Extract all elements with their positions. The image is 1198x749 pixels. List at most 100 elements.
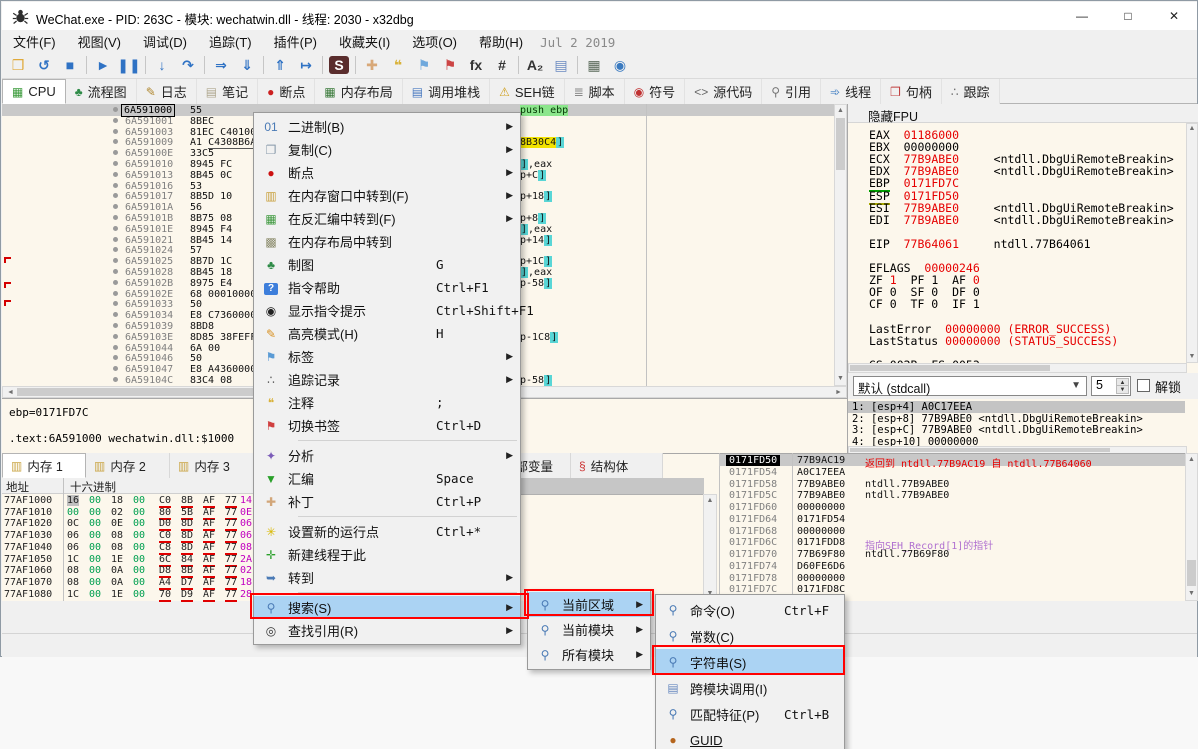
breakpoint-dot-icon[interactable] [113, 258, 118, 263]
menu-item-新建线程于此[interactable]: ✛新建线程于此 [254, 543, 520, 566]
menu-item-切换书签[interactable]: ⚑切换书签Ctrl+D [254, 414, 520, 437]
menu-item-跨模块调用(I)[interactable]: ▤跨模块调用(I) [656, 675, 844, 701]
execute-till-return-icon[interactable]: ⇑ [267, 54, 293, 76]
menubar-item-7[interactable]: 选项(O) [401, 30, 468, 53]
breakpoint-dot-icon[interactable] [113, 269, 118, 274]
stack-row[interactable] [719, 479, 1185, 491]
breakpoint-dot-icon[interactable] [113, 172, 118, 177]
tab-调用堆栈[interactable]: ▤调用堆栈 [403, 79, 490, 104]
call-argument-row[interactable]: 2: [esp+8] 77B9ABE0 <ntdll.DbgUiRemoteBr… [848, 413, 1185, 425]
stop-icon[interactable]: ■ [57, 54, 83, 76]
tab-句柄[interactable]: ❒句柄 [881, 79, 942, 104]
menu-item-设置新的运行点[interactable]: ✳设置新的运行点Ctrl+* [254, 520, 520, 543]
scylla-icon[interactable]: S [329, 56, 349, 74]
menu-item-在反汇编中转到(F)[interactable]: ▦在反汇编中转到(F)▶ [254, 207, 520, 230]
open-file-icon[interactable]: ❒ [5, 54, 31, 76]
breakpoint-dot-icon[interactable] [113, 280, 118, 285]
menubar-item-5[interactable]: 插件(P) [263, 30, 328, 53]
breakpoint-dot-icon[interactable] [113, 312, 118, 317]
tab-struct[interactable]: §结构体 [571, 453, 663, 478]
globe-icon[interactable]: ◉ [607, 54, 633, 76]
register-line[interactable]: CF 0 TF 0 IF 1 [869, 297, 980, 311]
menubar-item-4[interactable]: 追踪(T) [198, 30, 263, 53]
menu-item-复制(C)[interactable]: ❐复制(C)▶ [254, 138, 520, 161]
menu-item-当前模块[interactable]: ⚲当前模块▶ [528, 617, 650, 642]
labels-icon[interactable]: ⚑ [411, 54, 437, 76]
stack-vscrollbar[interactable]: ▲ ▼ [1185, 453, 1198, 601]
call-argument-row[interactable]: 1: [esp+4] A0C17EEA [848, 401, 1185, 413]
maximize-button[interactable]: □ [1105, 2, 1151, 30]
breakpoint-dot-icon[interactable] [113, 129, 118, 134]
tab-笔记[interactable]: ▤笔记 [197, 79, 258, 104]
breakpoint-dot-icon[interactable] [113, 323, 118, 328]
menu-item-二进制(B)[interactable]: 01二进制(B)▶ [254, 115, 520, 138]
hide-fpu-button[interactable]: 隐藏FPU [848, 104, 1198, 123]
tab-符号[interactable]: ◉符号 [625, 79, 686, 104]
unlock-checkbox[interactable] [1137, 379, 1150, 392]
menu-item-搜索(S)[interactable]: ⚲搜索(S)▶ [254, 596, 520, 619]
calculator-icon[interactable]: ▦ [581, 54, 607, 76]
breakpoint-dot-icon[interactable] [113, 161, 118, 166]
breakpoint-dot-icon[interactable] [113, 183, 118, 188]
register-line[interactable]: EIP 77B64061 ntdll.77B64061 [869, 237, 1091, 251]
breakpoint-dot-icon[interactable] [113, 204, 118, 209]
argument-count-spinner[interactable]: 5 ▲ ▼ [1091, 376, 1131, 396]
close-button[interactable]: ✕ [1151, 2, 1197, 30]
breakpoint-dot-icon[interactable] [113, 118, 118, 123]
bookmarks-icon[interactable]: ⚑ [437, 54, 463, 76]
stack-row[interactable] [719, 561, 1185, 573]
breakpoint-dot-icon[interactable] [113, 301, 118, 306]
tab-内存-3[interactable]: ▥内存 3 [170, 453, 254, 478]
step-into-icon[interactable]: ↓ [149, 54, 175, 76]
watch-vscrollbar[interactable]: ▲ ▼ [703, 494, 717, 601]
menu-item-制图[interactable]: ♣制图G [254, 253, 520, 276]
stack-row[interactable] [719, 526, 1185, 538]
registers-vscrollbar[interactable]: ▲ ▼ [1186, 123, 1198, 363]
constants-icon[interactable]: # [489, 54, 515, 76]
tab-流程图[interactable]: ♣流程图 [66, 79, 137, 104]
menu-item-分析[interactable]: ✦分析▶ [254, 444, 520, 467]
tab-引用[interactable]: ⚲引用 [762, 79, 821, 104]
menu-item-GUID[interactable]: ●GUID [656, 727, 844, 749]
call-argument-row[interactable]: 3: [esp+C] 77B9ABE0 <ntdll.DbgUiRemoteBr… [848, 424, 1185, 436]
disasm-vscrollbar[interactable]: ▲ ▼ [834, 104, 847, 386]
breakpoint-dot-icon[interactable] [113, 215, 118, 220]
comments-icon[interactable]: ❝ [385, 54, 411, 76]
functions-icon[interactable]: fx [463, 54, 489, 76]
menubar-item-3[interactable]: 调试(D) [132, 30, 198, 53]
menu-item-注释[interactable]: ❝注释; [254, 391, 520, 414]
module-call-icon[interactable]: ▤ [548, 54, 574, 76]
restart-icon[interactable]: ↺ [31, 54, 57, 76]
breakpoint-dot-icon[interactable] [113, 226, 118, 231]
menu-item-字符串(S)[interactable]: ⚲字符串(S) [656, 649, 844, 675]
calling-convention-dropdown[interactable]: 默认 (stdcall)▼ [853, 376, 1087, 396]
run-icon[interactable]: ► [90, 54, 116, 76]
patch-icon[interactable]: ✚ [359, 54, 385, 76]
tab-内存布局[interactable]: ▦内存布局 [315, 79, 402, 104]
breakpoint-dot-icon[interactable] [113, 377, 118, 382]
step-over-icon[interactable]: ↷ [175, 54, 201, 76]
menu-item-指令帮助[interactable]: ?指令帮助Ctrl+F1 [254, 276, 520, 299]
menu-item-查找引用(R)[interactable]: ◎查找引用(R)▶ [254, 619, 520, 642]
stack-row[interactable] [719, 514, 1185, 526]
menubar-item-2[interactable]: 视图(V) [67, 30, 132, 53]
strings-icon[interactable]: A₂ [522, 54, 548, 76]
tab-线程[interactable]: ➾线程 [821, 79, 881, 104]
menu-item-转到[interactable]: ➥转到▶ [254, 566, 520, 589]
menu-item-常数(C)[interactable]: ⚲常数(C) [656, 623, 844, 649]
tab-内存-1[interactable]: ▥内存 1 [2, 453, 86, 478]
register-line[interactable]: LastStatus 00000000 (STATUS_SUCCESS) [869, 334, 1118, 348]
tab-日志[interactable]: ✎日志 [137, 79, 197, 104]
register-line[interactable]: EDI 77B9ABE0 <ntdll.DbgUiRemoteBreakin> [869, 213, 1174, 227]
registers-hscrollbar[interactable] [848, 363, 1187, 373]
menu-item-显示指令提示[interactable]: ◉显示指令提示Ctrl+Shift+F1 [254, 299, 520, 322]
spinner-down-icon[interactable]: ▼ [1116, 385, 1129, 394]
run-to-cursor-icon[interactable]: ⇒ [208, 54, 234, 76]
tab-源代码[interactable]: <>源代码 [685, 79, 762, 104]
stack-row[interactable] [719, 502, 1185, 514]
menu-item-命令(O)[interactable]: ⚲命令(O)Ctrl+F [656, 597, 844, 623]
menubar-item-8[interactable]: 帮助(H) [468, 30, 534, 53]
breakpoint-dot-icon[interactable] [113, 247, 118, 252]
stack-row[interactable] [719, 573, 1185, 585]
breakpoint-dot-icon[interactable] [113, 291, 118, 296]
